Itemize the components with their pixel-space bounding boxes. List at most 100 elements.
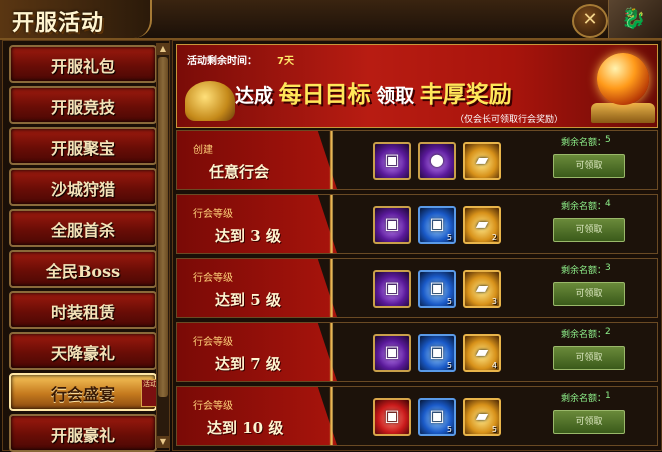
gold-ingot-icon: ▰ [475, 214, 489, 233]
gold-coins-icon [185, 81, 235, 121]
sidebar-item-label: 开服聚宝 [50, 139, 115, 158]
sidebar-item-label: 开服礼包 [50, 57, 115, 76]
slogan-part-2: 每日目标 [278, 81, 371, 108]
sidebar-item-fashion-rental[interactable]: 时装租赁 [9, 291, 157, 329]
reward-row: 创建 任意行会 ▣ ● ▰ 剩余名额： 5 可领取 [176, 130, 658, 190]
sidebar-item-label: 天降豪礼 [50, 344, 115, 363]
reward-count: 3 [491, 297, 497, 306]
reward-slot[interactable]: ▣ [373, 334, 411, 372]
divider-slash [319, 259, 345, 317]
gold-ingot-icon: ▰ [475, 150, 489, 169]
chest-icon: ▣ [429, 278, 445, 297]
reward-slot[interactable]: ▣ [373, 206, 411, 244]
reward-slot[interactable]: ▰ 2 [463, 206, 501, 244]
reward-slot[interactable]: ▣ 5 [418, 398, 456, 436]
sidebar-item-world-boss[interactable]: 全民Boss [9, 250, 157, 288]
close-icon: ✕ [582, 9, 598, 30]
requirement-text: 达到 10 级 [207, 419, 284, 437]
gold-ingot-icon: ▰ [475, 278, 489, 297]
remaining-slots-value: 4 [605, 199, 611, 209]
chest-icon: ▣ [384, 214, 400, 233]
sidebar-item-label: 时装租赁 [50, 303, 115, 322]
sidebar-item-server-first-kill[interactable]: 全服首杀 [9, 209, 157, 247]
divider-slash [319, 131, 345, 189]
chest-icon: ▣ [384, 342, 400, 361]
sidebar-item-label: 全民Boss [45, 262, 121, 281]
chest-icon: ▣ [429, 406, 445, 425]
remaining-slots-label: 剩余名额： [561, 330, 607, 340]
time-remaining-label: 活动剩余时间： [187, 56, 257, 67]
requirement-category: 行会等级 [193, 273, 233, 284]
activity-window: 开服活动 ✕ 🐉 开服礼包 开服竞技 开服聚宝 沙城狩猎 全服首杀 全民Boss… [0, 0, 662, 452]
chest-icon: ▣ [384, 150, 400, 169]
remaining-slots-label: 剩余名额： [561, 394, 607, 404]
requirement-category: 行会等级 [193, 401, 233, 412]
sidebar-item-open-server-grand-gift[interactable]: 开服豪礼 [9, 414, 157, 452]
slogan-part-4: 丰厚奖励 [419, 81, 512, 108]
reward-slot[interactable]: ▣ 5 [418, 206, 456, 244]
requirement-text: 达到 5 级 [215, 291, 281, 309]
requirement-category: 行会等级 [193, 337, 233, 348]
requirement-category: 行会等级 [193, 209, 233, 220]
scroll-down-icon[interactable]: ▼ [157, 436, 169, 448]
sidebar-item-label: 沙城狩猎 [50, 180, 115, 199]
sidebar-item-label: 全服首杀 [50, 221, 115, 240]
sidebar-scrollbar[interactable]: ▲ ▼ [156, 43, 169, 448]
claim-button[interactable]: 可领取 [553, 154, 625, 178]
remaining-slots-label: 剩余名额： [561, 138, 607, 148]
sidebar-item-sand-city-hunt[interactable]: 沙城狩猎 [9, 168, 157, 206]
reward-slot[interactable]: ▰ 5 [463, 398, 501, 436]
fire-orb-icon [597, 53, 649, 105]
chest-icon: ▣ [384, 278, 400, 297]
gold-ingot-icon: ▰ [475, 406, 489, 425]
sidebar-item-label: 开服豪礼 [50, 426, 115, 445]
reward-count: 5 [491, 425, 497, 434]
sidebar-item-sky-gift[interactable]: 天降豪礼 [9, 332, 157, 370]
reward-slot[interactable]: ▰ 3 [463, 270, 501, 308]
claim-button[interactable]: 可领取 [553, 346, 625, 370]
reward-slot[interactable]: ▣ 5 [418, 270, 456, 308]
divider-slash [319, 323, 345, 381]
sidebar-item-guild-feast[interactable]: 行会盛宴 活动 [9, 373, 159, 411]
close-button[interactable]: ✕ [572, 4, 608, 38]
dragon-ornament-icon: 🐉 [608, 0, 662, 38]
requirement-text: 任意行会 [209, 163, 270, 181]
sidebar-item-open-server-arena[interactable]: 开服竞技 [9, 86, 157, 124]
reward-count: 5 [446, 425, 452, 434]
reward-count: 4 [491, 361, 497, 370]
slogan-part-3: 领取 [376, 85, 415, 107]
claim-button[interactable]: 可领取 [553, 218, 625, 242]
title-plate: 开服活动 [0, 0, 152, 38]
sidebar-item-label: 行会盛宴 [50, 385, 115, 404]
orb-stand-icon [591, 103, 655, 123]
chest-icon: ▣ [429, 342, 445, 361]
scroll-thumb[interactable] [158, 57, 168, 397]
remaining-slots-value: 3 [605, 263, 611, 273]
reward-slot[interactable]: ▣ [373, 398, 411, 436]
divider-slash [319, 195, 345, 253]
remaining-slots-label: 剩余名额： [561, 266, 607, 276]
reward-row: 行会等级 达到 3 级 ▣ ▣ 5 ▰ 2 剩余名额： 4 可领取 [176, 194, 658, 254]
remaining-slots-value: 2 [605, 327, 611, 337]
reward-slot[interactable]: ▰ [463, 142, 501, 180]
reward-count: 5 [446, 297, 452, 306]
sidebar-item-treasure-gather[interactable]: 开服聚宝 [9, 127, 157, 165]
divider-slash [319, 387, 345, 445]
reward-slot[interactable]: ▣ [373, 142, 411, 180]
requirement-text: 达到 3 级 [215, 227, 281, 245]
sidebar-item-open-server-gift[interactable]: 开服礼包 [9, 45, 157, 83]
banner-note: （仅会长可领取行会奖励） [455, 115, 564, 125]
scroll-up-icon[interactable]: ▲ [157, 43, 169, 55]
chest-icon: ▣ [384, 406, 400, 425]
remaining-slots-value: 1 [605, 391, 611, 401]
activity-sidebar: 开服礼包 开服竞技 开服聚宝 沙城狩猎 全服首杀 全民Boss 时装租赁 天降豪… [2, 40, 170, 452]
reward-slot[interactable]: ▣ [373, 270, 411, 308]
reward-count: 2 [491, 233, 497, 242]
reward-slot[interactable]: ● [418, 142, 456, 180]
reward-slot[interactable]: ▰ 4 [463, 334, 501, 372]
claim-button[interactable]: 可领取 [553, 282, 625, 306]
reward-slot[interactable]: ▣ 5 [418, 334, 456, 372]
claim-button[interactable]: 可领取 [553, 410, 625, 434]
activity-banner: 活动剩余时间： 7天 达成 每日目标 领取 丰厚奖励 （仅会长可领取行会奖励） [176, 44, 658, 128]
requirement-category: 创建 [193, 145, 213, 156]
